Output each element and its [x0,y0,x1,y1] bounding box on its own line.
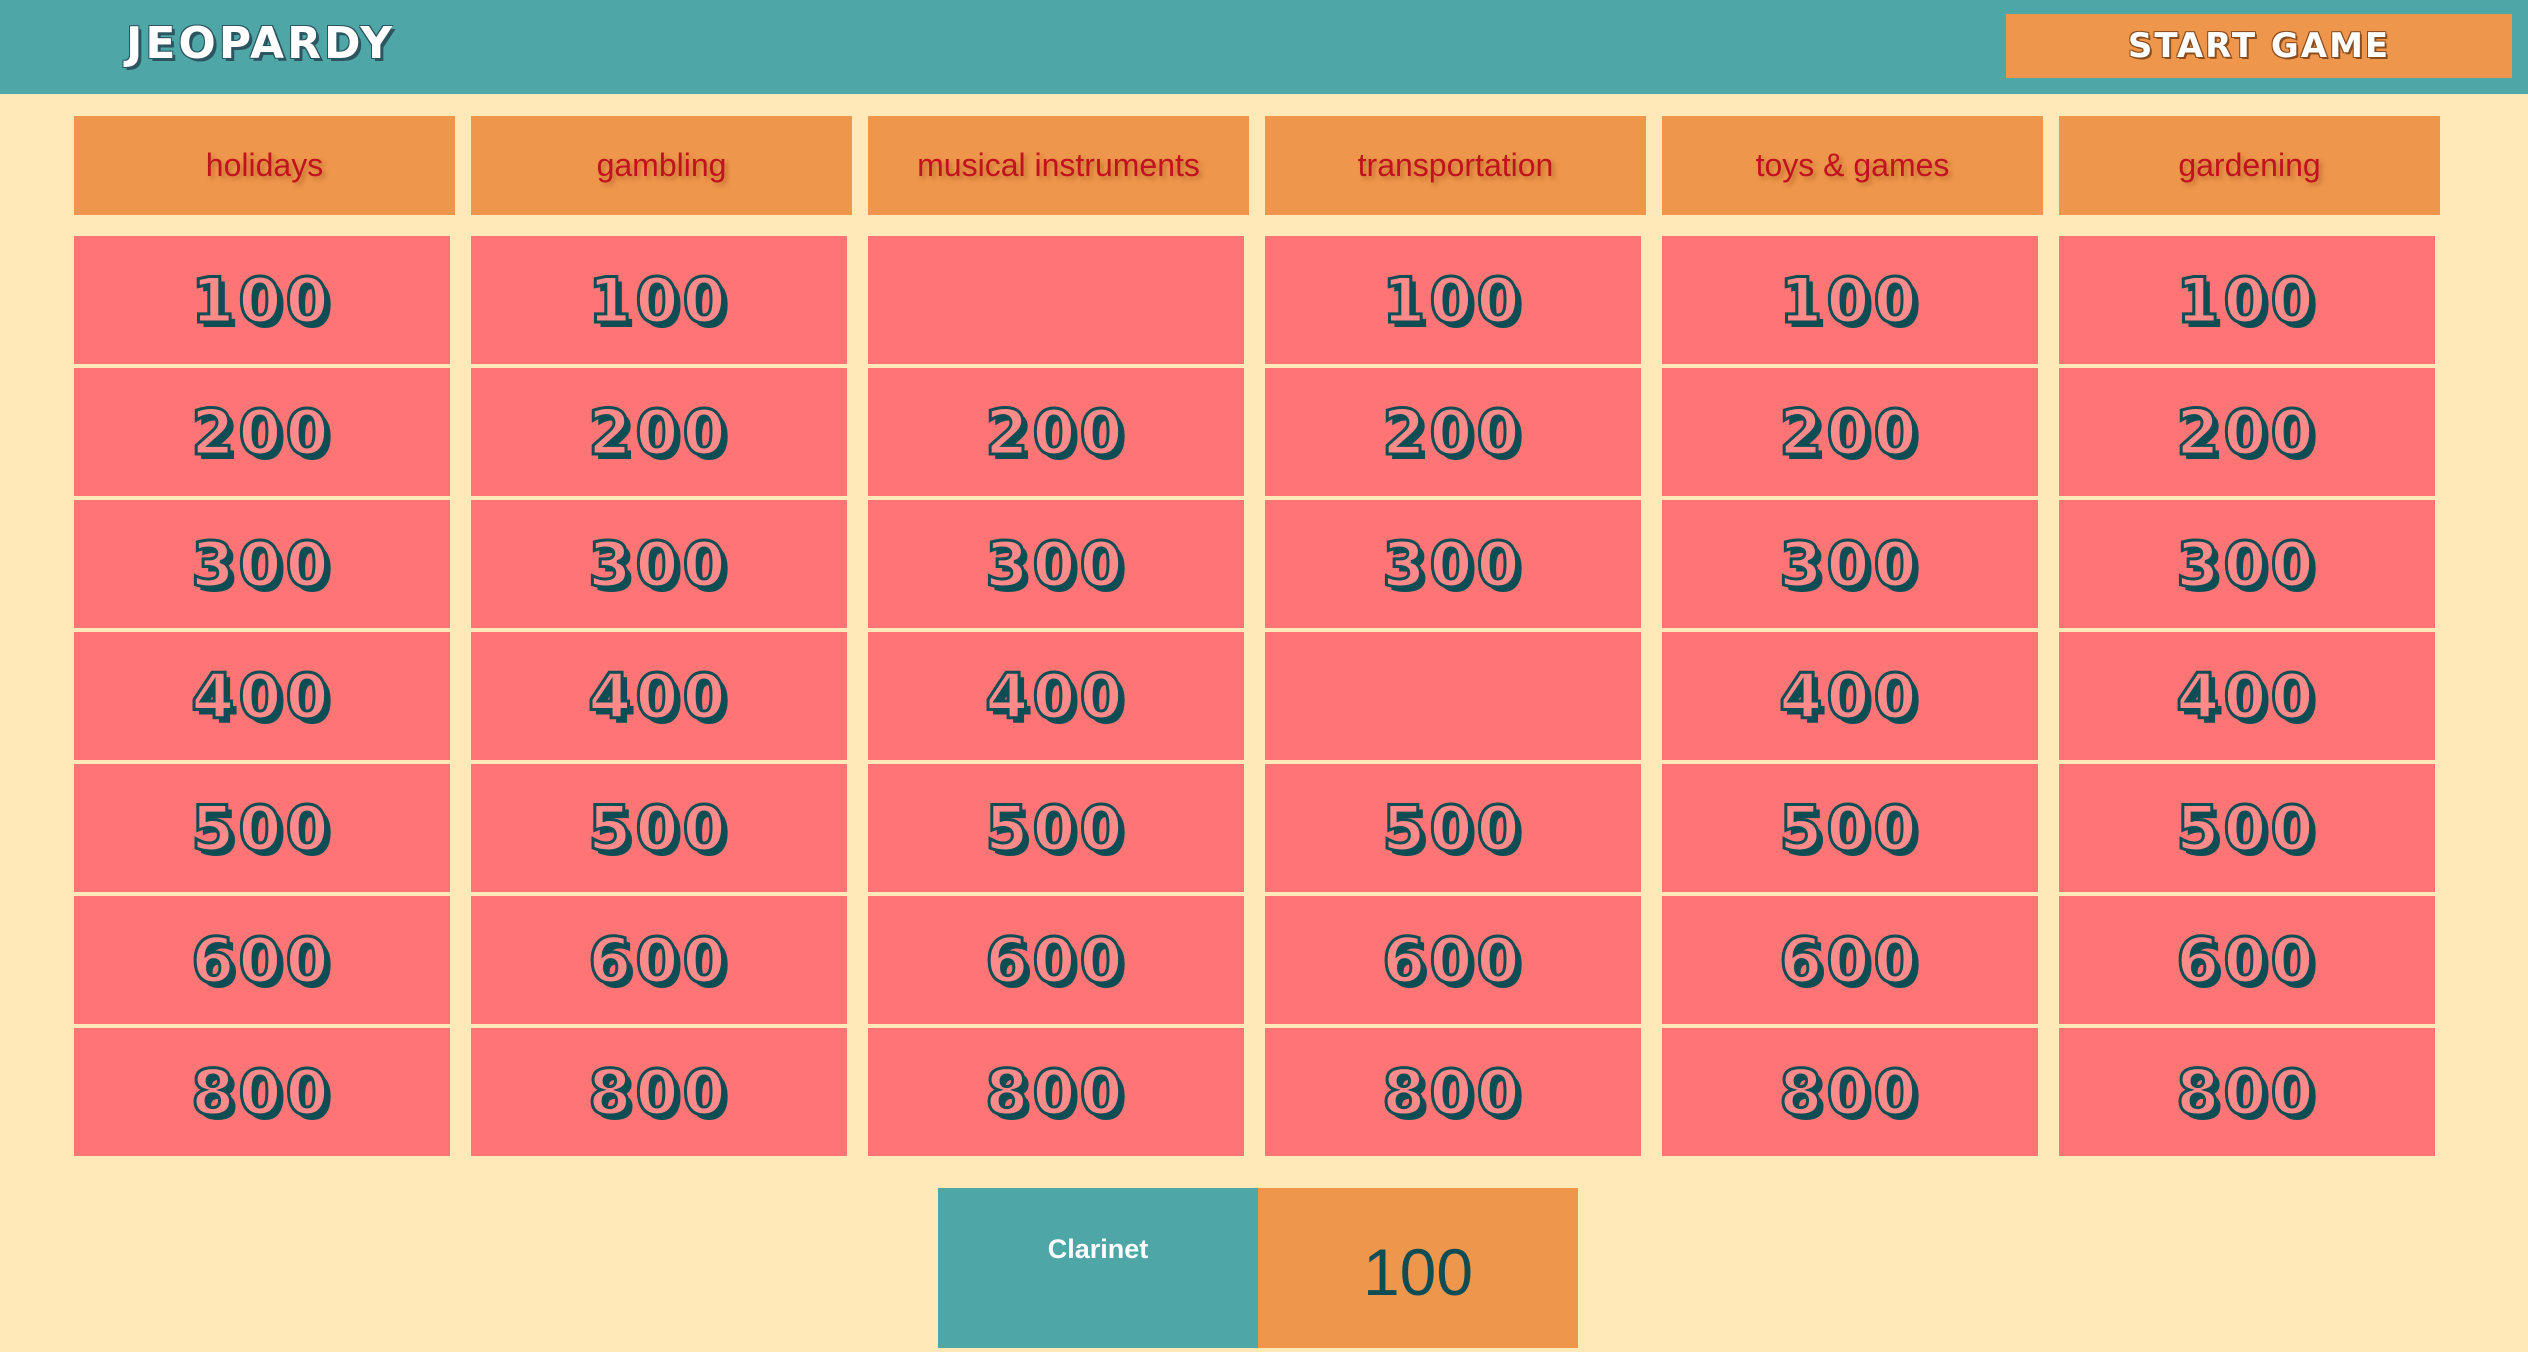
tile-value: 200 [2175,394,2318,470]
tile-value: 600 [587,922,730,998]
tile-value: 500 [587,790,730,866]
question-tile[interactable]: 300 [1265,500,1641,628]
tile-value: 600 [2175,922,2318,998]
question-tile[interactable]: 100 [471,236,847,364]
tile-value: 100 [1778,262,1921,338]
tile-value: 500 [190,790,333,866]
question-tile[interactable] [868,236,1244,364]
tile-value: 600 [1381,922,1524,998]
tile-value: 200 [984,394,1127,470]
game-board: 100 100 100 100 100 200 200 200 200 200 200 300 300 3… [74,236,2435,1156]
question-tile[interactable]: 300 [74,500,450,628]
category-headers: holidays gambling musical instruments tr… [74,116,2440,215]
tile-value: 400 [190,658,333,734]
player-name: Clarinet [938,1188,1258,1348]
question-tile[interactable]: 800 [2059,1028,2435,1156]
tile-value: 100 [1381,262,1524,338]
tile-value: 500 [1381,790,1524,866]
question-tile[interactable]: 200 [2059,368,2435,496]
question-tile[interactable]: 400 [471,632,847,760]
question-tile[interactable]: 800 [868,1028,1244,1156]
tile-value: 600 [1778,922,1921,998]
question-tile[interactable]: 200 [471,368,847,496]
question-tile[interactable]: 600 [2059,896,2435,1024]
tile-value: 800 [190,1054,333,1130]
tile-value: 800 [1381,1054,1524,1130]
tile-value: 500 [1778,790,1921,866]
question-tile[interactable]: 400 [2059,632,2435,760]
start-game-button[interactable]: START GAME [2006,14,2512,78]
question-tile[interactable]: 300 [471,500,847,628]
tile-value: 800 [1778,1054,1921,1130]
question-tile[interactable]: 100 [1265,236,1641,364]
tile-value: 800 [2175,1054,2318,1130]
question-tile[interactable]: 400 [868,632,1244,760]
player-card: Clarinet 100 [938,1188,1578,1348]
tile-value: 300 [984,526,1127,602]
question-tile[interactable]: 500 [2059,764,2435,892]
question-tile[interactable]: 200 [74,368,450,496]
question-tile[interactable]: 500 [868,764,1244,892]
tile-value: 100 [190,262,333,338]
question-tile[interactable]: 500 [471,764,847,892]
question-tile[interactable]: 300 [2059,500,2435,628]
tile-value: 200 [1778,394,1921,470]
tile-value: 300 [1381,526,1524,602]
question-tile[interactable]: 300 [1662,500,2038,628]
question-tile[interactable] [1265,632,1641,760]
tile-value: 100 [587,262,730,338]
player-score: 100 [1258,1188,1578,1348]
question-tile[interactable]: 600 [1265,896,1641,1024]
question-tile[interactable]: 200 [868,368,1244,496]
question-tile[interactable]: 100 [1662,236,2038,364]
tile-value: 400 [587,658,730,734]
question-tile[interactable]: 600 [471,896,847,1024]
tile-value: 800 [984,1054,1127,1130]
tile-value: 300 [2175,526,2318,602]
tile-value: 500 [984,790,1127,866]
tile-value: 200 [587,394,730,470]
question-tile[interactable]: 800 [1662,1028,2038,1156]
question-tile[interactable]: 800 [74,1028,450,1156]
question-tile[interactable]: 100 [2059,236,2435,364]
question-tile[interactable]: 600 [1662,896,2038,1024]
question-tile[interactable]: 500 [74,764,450,892]
tile-value: 400 [984,658,1127,734]
category-header: gambling [471,116,852,215]
question-tile[interactable]: 600 [868,896,1244,1024]
tile-value: 400 [2175,658,2318,734]
tile-value: 300 [587,526,730,602]
tile-value: 800 [587,1054,730,1130]
category-header: transportation [1265,116,1646,215]
category-header: gardening [2059,116,2440,215]
question-tile[interactable]: 200 [1265,368,1641,496]
question-tile[interactable]: 400 [74,632,450,760]
tile-value: 200 [190,394,333,470]
app-logo: JEOPARDY [126,18,396,69]
question-tile[interactable]: 500 [1265,764,1641,892]
top-bar: JEOPARDY START GAME [0,0,2528,94]
tile-value: 600 [190,922,333,998]
category-header: musical instruments [868,116,1249,215]
category-header: holidays [74,116,455,215]
category-header: toys & games [1662,116,2043,215]
tile-value: 200 [1381,394,1524,470]
tile-value: 300 [1778,526,1921,602]
question-tile[interactable]: 400 [1662,632,2038,760]
tile-value: 600 [984,922,1127,998]
tile-value: 500 [2175,790,2318,866]
tile-value: 300 [190,526,333,602]
question-tile[interactable]: 500 [1662,764,2038,892]
tile-value: 100 [2175,262,2318,338]
question-tile[interactable]: 100 [74,236,450,364]
question-tile[interactable]: 200 [1662,368,2038,496]
question-tile[interactable]: 800 [1265,1028,1641,1156]
question-tile[interactable]: 600 [74,896,450,1024]
tile-value: 400 [1778,658,1921,734]
question-tile[interactable]: 300 [868,500,1244,628]
question-tile[interactable]: 800 [471,1028,847,1156]
